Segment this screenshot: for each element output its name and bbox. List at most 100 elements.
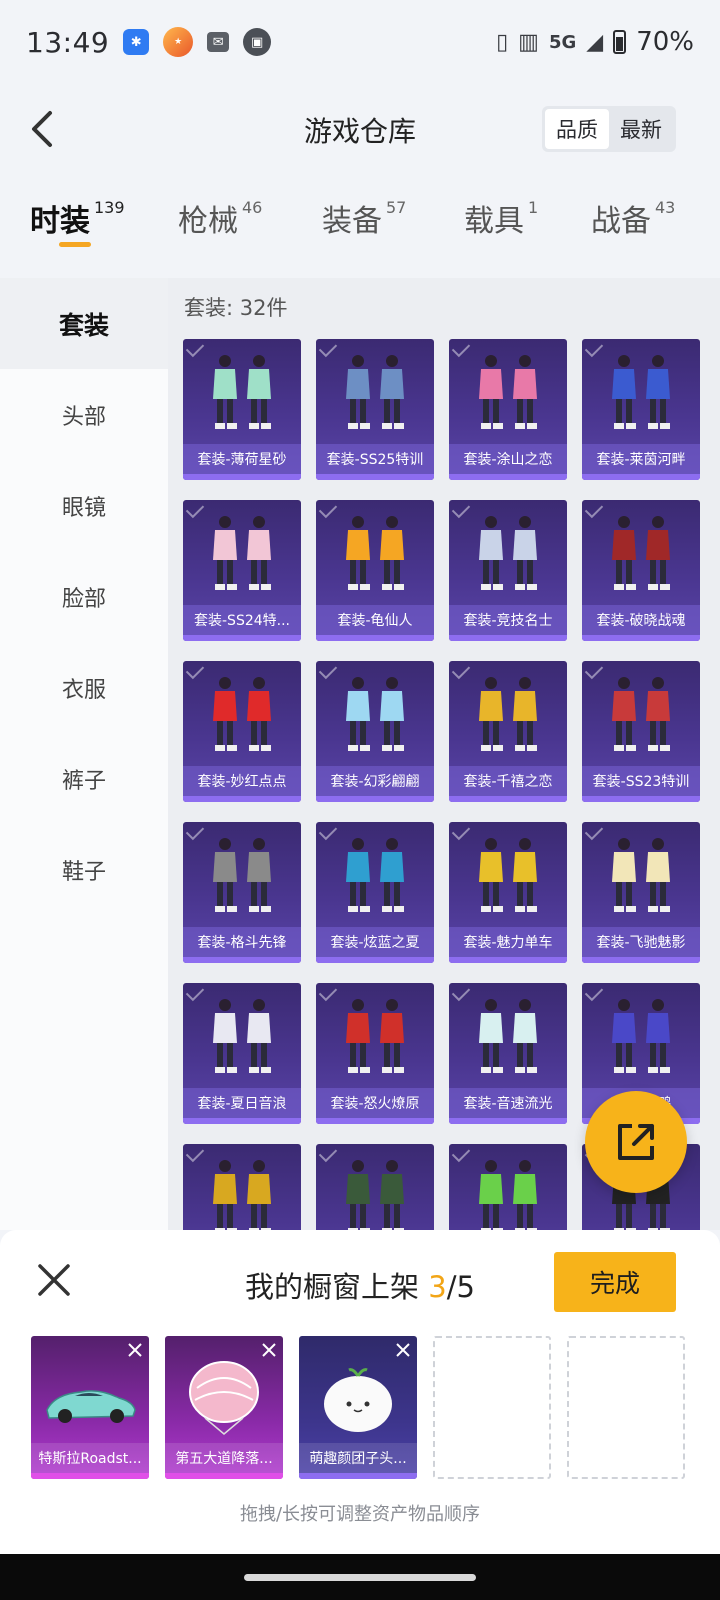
sidebar-item-shoes[interactable]: 鞋子 [0,824,168,915]
outfit-name: 套装-SS25特训 [316,444,434,474]
outfit-card[interactable]: 套装-音速流光 [449,983,567,1124]
outfit-figure-icon [213,677,271,751]
outfit-card[interactable]: 套装-龟仙人 [316,500,434,641]
share-button[interactable] [585,1091,687,1193]
outfit-figure-icon [213,516,271,590]
outfit-card[interactable]: 套装-怒火燎原 [316,983,434,1124]
outfit-figure-icon [612,999,670,1073]
outfit-figure-icon [479,677,537,751]
outfit-figure-icon [346,516,404,590]
outfit-card[interactable]: 套装-飞驰魅影 [582,822,700,963]
outfit-name: 套装-幻彩翩翩 [316,766,434,796]
home-gesture-handle[interactable] [244,1574,476,1581]
tab-label: 枪械 [178,204,238,239]
showcase-slot-empty[interactable] [433,1336,551,1479]
dumpling-head-icon [324,1368,392,1432]
rarity-bar [299,1473,417,1479]
outfit-card[interactable]: 套装-格斗先锋 [183,822,301,963]
slot-name: 特斯拉Roadst... [31,1443,149,1473]
outfit-card[interactable] [316,1144,434,1230]
outfit-name: 套装-妙红点点 [183,766,301,796]
slot-name: 萌趣颜团子头... [299,1443,417,1473]
sidebar-item-sets[interactable]: 套装 [0,278,168,369]
tab-fashion[interactable]: 时装 139 [30,196,125,272]
outfit-name: 套装-音速流光 [449,1088,567,1118]
remove-icon[interactable] [393,1340,413,1360]
sidebar-item-face[interactable]: 脸部 [0,551,168,642]
remove-icon[interactable] [259,1340,279,1360]
outfit-figure-icon [612,677,670,751]
rarity-bar [183,635,301,641]
rarity-bar [316,957,434,963]
outfit-name: 套装-薄荷星砂 [183,444,301,474]
showcase-panel: 我的橱窗上架 3/5 完成 特斯拉Roadst... 第五大道降落... 萌趣颜… [0,1230,720,1554]
network-label: 5G [548,31,577,53]
outfit-card[interactable]: 套装-莱茵河畔 [582,339,700,480]
share-icon [618,1124,654,1160]
tab-gear[interactable]: 装备 57 [322,196,406,272]
outfit-card[interactable]: 套装-夏日音浪 [183,983,301,1124]
outfit-card[interactable]: 套装-破晓战魂 [582,500,700,641]
status-time: 13:49 [26,25,110,59]
sidebar-item-clothes[interactable]: 衣服 [0,642,168,733]
tab-label: 装备 [322,204,382,239]
showcase-slot[interactable]: 第五大道降落... [165,1336,283,1479]
outfit-card[interactable]: 套装-SS23特训 [582,661,700,802]
mail-icon: ✉ [207,32,230,52]
outfit-name: 套装-莱茵河畔 [582,444,700,474]
slot-name: 第五大道降落... [165,1443,283,1473]
car-icon [46,1390,136,1423]
sidebar-item-glasses[interactable]: 眼镜 [0,460,168,551]
rarity-bar [582,957,700,963]
tab-count: 46 [242,198,263,217]
outfit-card[interactable]: 套装-幻彩翩翩 [316,661,434,802]
outfit-card[interactable]: 套装-SS25特训 [316,339,434,480]
rarity-bar [183,796,301,802]
tab-count: 139 [94,198,125,217]
app-icon-blue: ✱ [123,29,150,55]
outfit-figure-icon [479,1160,537,1230]
sort-toggle: 品质 最新 [542,106,676,152]
showcase-slot-empty[interactable] [567,1336,685,1479]
rarity-bar [449,1118,567,1124]
sort-quality-button[interactable]: 品质 [545,109,609,149]
sidebar-item-pants[interactable]: 裤子 [0,733,168,824]
outfit-figure-icon [346,1160,404,1230]
outfit-card[interactable]: 套装-涂山之恋 [449,339,567,480]
remove-icon[interactable] [125,1340,145,1360]
outfit-card[interactable] [183,1144,301,1230]
battery-level: 70% [636,27,694,57]
outfit-card[interactable]: 套装-千禧之恋 [449,661,567,802]
outfit-card[interactable]: 套装-炫蓝之夏 [316,822,434,963]
outfit-card[interactable]: 套装-妙红点点 [183,661,301,802]
tab-guns[interactable]: 枪械 46 [178,196,262,272]
outfit-name: 套装-魅力单车 [449,927,567,957]
outfit-card[interactable]: 套装-魅力单车 [449,822,567,963]
outfit-name: 套装-格斗先锋 [183,927,301,957]
sort-latest-button[interactable]: 最新 [609,109,673,149]
outfit-card[interactable]: 套装-竞技名士 [449,500,567,641]
calendar-icon: ▣ [243,28,272,56]
rarity-bar [449,635,567,641]
reorder-hint: 拖拽/长按可调整资产物品顺序 [239,1504,481,1525]
tab-supplies[interactable]: 战备 43 [591,196,675,272]
status-bar: 13:49 ✱ ★ ✉ ▣ ▯ ▥ 5G ◢ 70% [0,0,720,84]
outfit-figure-icon [213,838,271,912]
outfit-figure-icon [213,1160,271,1230]
tab-vehicles[interactable]: 载具 1 [464,196,538,272]
done-button[interactable]: 完成 [554,1252,676,1312]
outfit-figure-icon [346,355,404,429]
rarity-bar [449,957,567,963]
rarity-bar [183,1118,301,1124]
vibrate-icon: ▯ [496,29,509,55]
outfit-card[interactable] [449,1144,567,1230]
tab-label: 战备 [591,204,651,239]
outfit-card[interactable]: 套装-薄荷星砂 [183,339,301,480]
outfit-card[interactable]: 套装-SS24特... [183,500,301,641]
outfit-figure-icon [346,677,404,751]
showcase-slot[interactable]: 特斯拉Roadst... [31,1336,149,1479]
showcase-slot[interactable]: 萌趣颜团子头... [299,1336,417,1479]
status-app-icons: ✱ ★ ✉ ▣ [123,27,272,57]
showcase-title-text: 我的橱窗上架 [245,1270,420,1304]
sidebar-item-head[interactable]: 头部 [0,369,168,460]
